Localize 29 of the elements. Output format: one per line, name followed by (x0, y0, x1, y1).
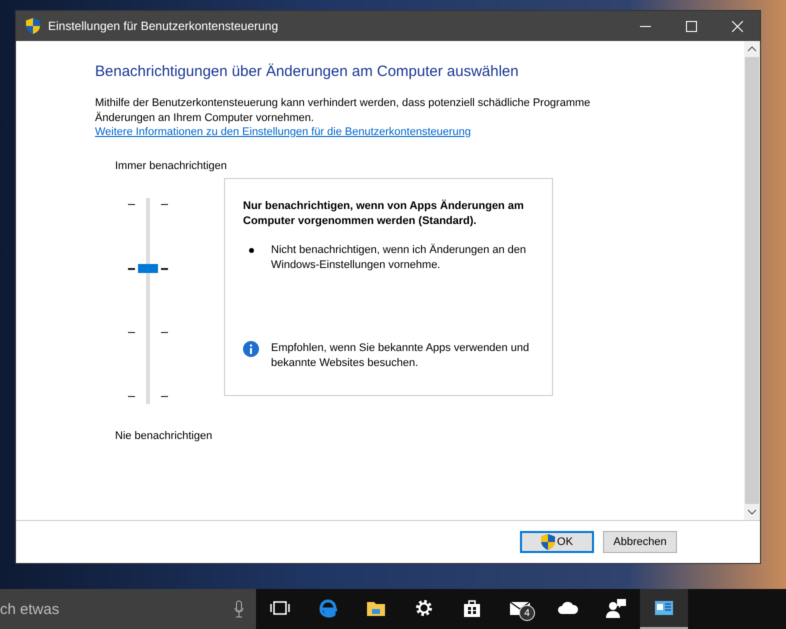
slider-top-label: Immer benachrichtigen (115, 160, 227, 172)
shield-icon (541, 534, 556, 550)
slider-bottom-label: Nie benachrichtigen (115, 430, 212, 442)
intro-text: Mithilfe der Benutzerkontensteuerung kann verhindert werden, dass potenziell schädliche Programme Änderungen an Ihrem Computer vornehmen. (95, 96, 592, 126)
maximize-icon (686, 20, 696, 32)
info-icon (243, 341, 259, 357)
people-icon (605, 597, 627, 619)
slider-thumb[interactable] (138, 264, 158, 273)
settings-icon (413, 597, 435, 619)
bullet-icon (249, 248, 254, 253)
taskbar-item[interactable]: 4 (496, 589, 544, 629)
taskbar-item[interactable] (640, 589, 688, 629)
slider-track[interactable] (146, 198, 150, 404)
window-title: Einstellungen für Benutzerkontensteuerung (48, 19, 280, 33)
cancel-button[interactable]: Abbrechen (603, 531, 677, 553)
notification-badge: 4 (519, 605, 535, 621)
bullet-text: Nicht benachrichtigen, wenn ich Änderungen an den Windows-Einstellungen vornehme. (271, 243, 528, 273)
info-link[interactable]: Weitere Informationen zu den Einstellungen für die Benutzerkontensteuerung (95, 126, 471, 138)
search-field[interactable]: ch etwas (0, 600, 234, 618)
browser-icon (317, 597, 339, 619)
ok-button[interactable]: OK (520, 531, 594, 553)
search-box[interactable]: ch etwas (0, 589, 256, 629)
scrollbar[interactable] (744, 41, 760, 520)
shield-icon (26, 18, 40, 34)
note-text: Empfohlen, wenn Sie bekannte Apps verwenden und bekannte Websites besuchen. (271, 341, 530, 371)
close-icon (732, 20, 742, 32)
description-title: Nur benachrichtigen, wenn von Apps Änderungen am Computer vorgenommen werden (Standard). (243, 199, 525, 229)
page-heading: Benachrichtigungen über Änderungen am Computer auswählen (95, 63, 520, 80)
microphone-icon (234, 600, 244, 618)
